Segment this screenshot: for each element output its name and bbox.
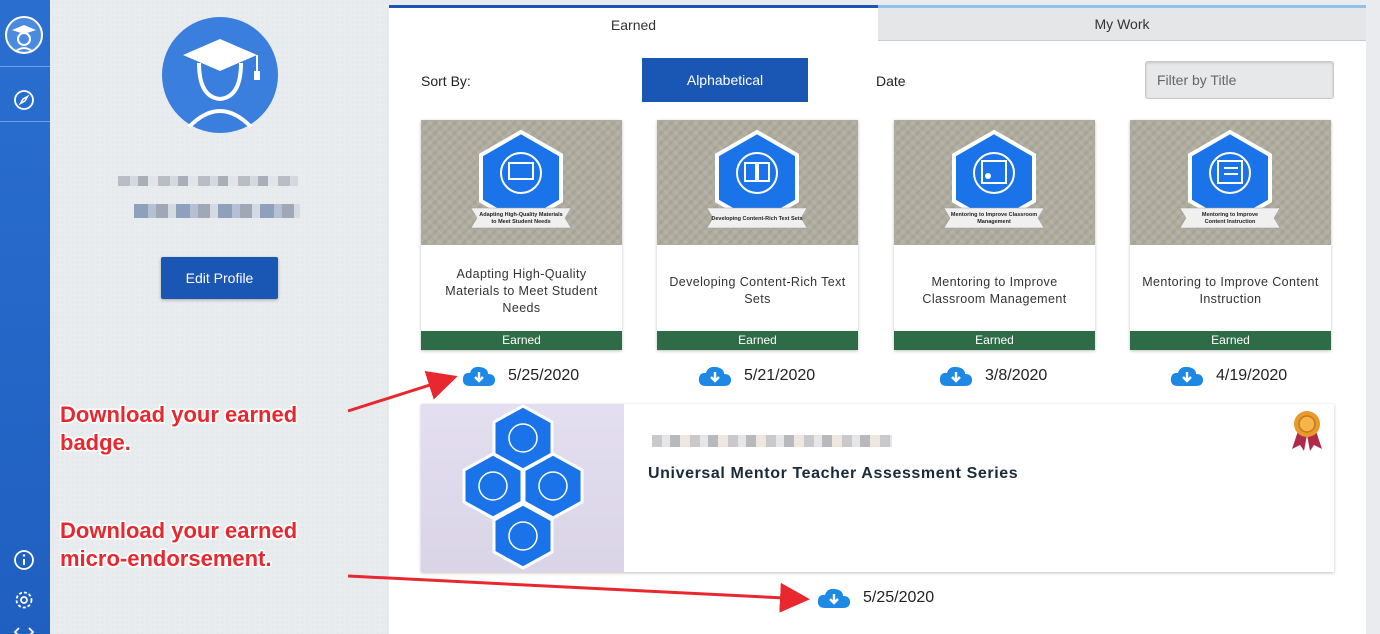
arrow-to-badge-download [347, 370, 458, 413]
annotation-arrows [347, 370, 810, 613]
arrow-to-endorsement-download [347, 574, 810, 613]
